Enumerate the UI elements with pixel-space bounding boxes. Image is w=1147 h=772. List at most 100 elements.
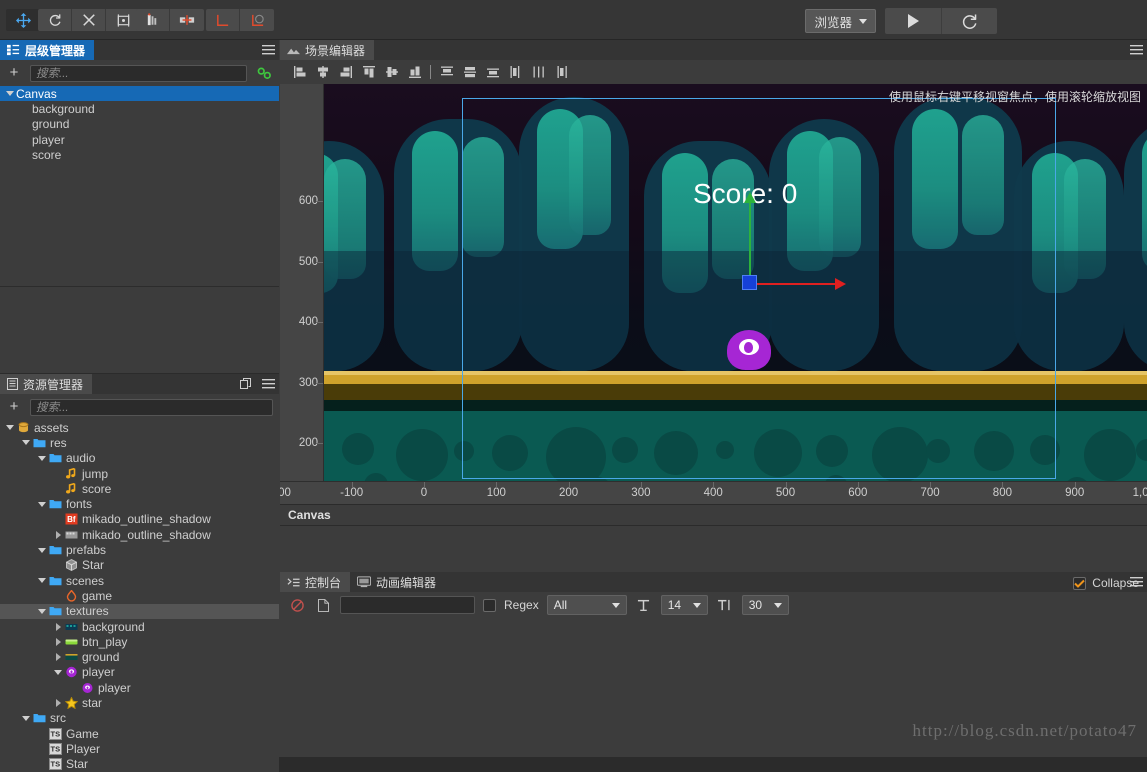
asset-node-src[interactable]: src <box>0 711 279 726</box>
hierarchy-node-ground[interactable]: ground <box>0 117 279 132</box>
rect-tool-button[interactable] <box>106 9 140 31</box>
align-middle-v-icon[interactable] <box>380 61 403 83</box>
console-log-area[interactable]: http://blog.csdn.net/potato47 <box>280 625 1147 757</box>
export-log-button[interactable] <box>314 596 332 614</box>
expand-arrow-icon[interactable] <box>4 91 16 96</box>
scene-viewport[interactable]: Score: 0 使用鼠标右键平移视窗焦点，使用滚轮缩放视图 010020030… <box>280 84 1147 504</box>
tab-scene-editor[interactable]: 场景编辑器 <box>280 40 374 60</box>
asset-node-background[interactable]: background <box>0 619 279 634</box>
dist-center-icon[interactable] <box>527 61 550 83</box>
gizmo-y-axis[interactable] <box>749 202 751 282</box>
collapse-arrow-icon[interactable] <box>52 623 64 631</box>
hierarchy-menu-button[interactable] <box>257 40 279 60</box>
dist-right-icon[interactable] <box>550 61 573 83</box>
asset-node-jump[interactable]: jump <box>0 466 279 481</box>
asset-node-mikado_outline_shadow[interactable]: mikado_outline_shadow <box>0 527 279 542</box>
asset-node-player[interactable]: TSPlayer <box>0 741 279 756</box>
asset-node-game[interactable]: game <box>0 588 279 603</box>
gizmo-x-axis[interactable] <box>757 283 837 285</box>
gizmo-x-arrow-icon[interactable] <box>835 278 846 290</box>
asset-node-audio[interactable]: audio <box>0 451 279 466</box>
clear-console-button[interactable] <box>288 596 306 614</box>
asset-node-fonts[interactable]: fonts <box>0 496 279 511</box>
align-toolbar[interactable] <box>280 60 1147 84</box>
asset-node-star[interactable]: Star <box>0 558 279 573</box>
rotate-tool-button[interactable] <box>38 9 72 31</box>
asset-node-mikado_outline_shadow[interactable]: Bfmikado_outline_shadow <box>0 512 279 527</box>
asset-node-assets[interactable]: assets <box>0 420 279 435</box>
collapse-arrow-icon[interactable] <box>52 638 64 646</box>
expand-arrow-icon[interactable] <box>36 609 48 614</box>
center-toggle-button[interactable] <box>170 9 204 31</box>
dist-left-icon[interactable] <box>504 61 527 83</box>
refresh-button[interactable] <box>941 8 997 34</box>
hierarchy-node-score[interactable]: score <box>0 147 279 162</box>
asset-node-ground[interactable]: ground <box>0 649 279 664</box>
expand-arrow-icon[interactable] <box>4 425 16 430</box>
collapse-arrow-icon[interactable] <box>52 653 64 661</box>
asset-node-star[interactable]: TSStar <box>0 757 279 772</box>
expand-arrow-icon[interactable] <box>36 502 48 507</box>
scene-menu-button[interactable] <box>1125 40 1147 60</box>
assets-search-input[interactable]: 搜索... <box>30 399 273 416</box>
local-coord-button[interactable] <box>206 9 240 31</box>
align-top-icon[interactable] <box>357 61 380 83</box>
assets-menu-button[interactable] <box>257 374 279 394</box>
expand-arrow-icon[interactable] <box>20 440 32 445</box>
asset-node-btn_play[interactable]: btn_play <box>0 634 279 649</box>
expand-arrow-icon[interactable] <box>20 716 32 721</box>
hierarchy-tree[interactable]: Canvasbackgroundgroundplayerscore <box>0 86 279 162</box>
asset-node-player[interactable]: player <box>0 680 279 695</box>
console-filter-input[interactable] <box>340 596 475 614</box>
font-size-select[interactable]: 14 <box>661 595 708 615</box>
gizmo-y-arrow-icon[interactable] <box>744 192 756 203</box>
expand-arrow-icon[interactable] <box>36 548 48 553</box>
play-button[interactable] <box>885 8 941 34</box>
hierarchy-add-button[interactable]: + <box>6 66 22 80</box>
collapse-checkbox[interactable] <box>1073 577 1086 590</box>
regex-checkbox[interactable] <box>483 599 496 612</box>
asset-node-game[interactable]: TSGame <box>0 726 279 741</box>
align-bottom-icon[interactable] <box>403 61 426 83</box>
browser-dropdown[interactable]: 浏览器 <box>805 9 876 33</box>
vertical-ruler[interactable]: 0100200300400500600 <box>280 84 324 504</box>
scale-tool-button[interactable] <box>72 9 106 31</box>
pivot-toggle-button[interactable] <box>136 9 170 31</box>
asset-node-scenes[interactable]: scenes <box>0 573 279 588</box>
align-left-icon[interactable] <box>288 61 311 83</box>
tab-assets[interactable]: 资源管理器 <box>0 374 92 394</box>
move-tool-button[interactable] <box>6 9 40 31</box>
asset-node-prefabs[interactable]: prefabs <box>0 542 279 557</box>
sync-link-icon[interactable] <box>255 67 273 80</box>
dist-top-icon[interactable] <box>435 61 458 83</box>
hierarchy-search-input[interactable]: 搜索... <box>30 65 247 82</box>
hierarchy-node-player[interactable]: player <box>0 132 279 147</box>
collapse-arrow-icon[interactable] <box>52 699 64 707</box>
align-center-h-icon[interactable] <box>311 61 334 83</box>
asset-node-res[interactable]: res <box>0 435 279 450</box>
hierarchy-node-background[interactable]: background <box>0 101 279 116</box>
tab-console[interactable]: 控制台 <box>280 572 350 592</box>
expand-arrow-icon[interactable] <box>36 578 48 583</box>
expand-arrow-icon[interactable] <box>36 456 48 461</box>
assets-add-button[interactable]: + <box>6 400 22 414</box>
gizmo-center-handle[interactable] <box>742 275 757 290</box>
asset-node-textures[interactable]: textures <box>0 604 279 619</box>
line-height-select[interactable]: 30 <box>742 595 789 615</box>
tab-hierarchy[interactable]: 层级管理器 <box>0 40 94 60</box>
assets-tree[interactable]: assetsresaudiojumpscorefontsBfmikado_out… <box>0 420 279 772</box>
asset-node-player[interactable]: player <box>0 665 279 680</box>
asset-node-star[interactable]: star <box>0 695 279 710</box>
asset-node-score[interactable]: score <box>0 481 279 496</box>
dist-bottom-icon[interactable] <box>481 61 504 83</box>
hierarchy-node-canvas[interactable]: Canvas <box>0 86 279 101</box>
expand-arrow-icon[interactable] <box>52 670 64 675</box>
scene-stage[interactable]: Score: 0 <box>324 84 1147 481</box>
dist-middle-icon[interactable] <box>458 61 481 83</box>
log-level-select[interactable]: All <box>547 595 627 615</box>
assets-duplicate-button[interactable] <box>235 374 257 394</box>
collapse-arrow-icon[interactable] <box>52 531 64 539</box>
horizontal-ruler[interactable]: -200-10001002003004005006007008009001,00… <box>280 481 1147 504</box>
global-coord-button[interactable] <box>240 9 274 31</box>
align-right-icon[interactable] <box>334 61 357 83</box>
